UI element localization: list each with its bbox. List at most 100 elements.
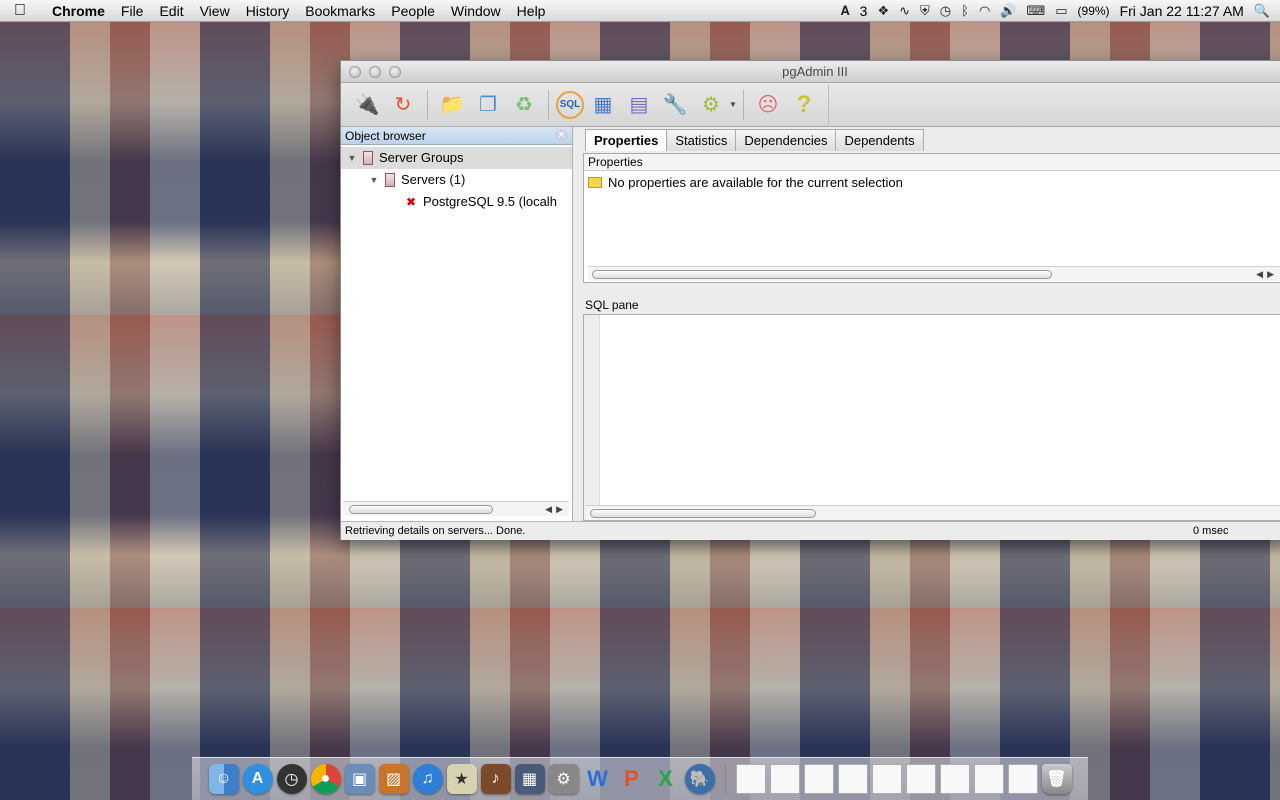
help-icon[interactable]: ? — [787, 89, 821, 121]
properties-column-header[interactable]: Properties — [584, 154, 1280, 171]
plugins-icon[interactable]: ⚙ — [694, 89, 728, 121]
tab-dependents[interactable]: Dependents — [835, 129, 924, 151]
clock[interactable]: Fri Jan 22 11:27 AM — [1120, 3, 1244, 19]
activity-icon[interactable]: ∿ — [899, 3, 910, 19]
menu-bookmarks[interactable]: Bookmarks — [297, 3, 383, 19]
photos-icon[interactable]: ▨ — [378, 764, 409, 794]
trash-icon[interactable]: 🗑 — [1041, 764, 1072, 794]
document-icon[interactable] — [905, 764, 936, 794]
tree-item-postgresql-server[interactable]: ✖ PostgreSQL 9.5 (localh — [341, 191, 572, 213]
scroll-arrows-icon[interactable]: ◀▶ — [545, 502, 567, 517]
plugins-dropdown-icon[interactable]: ▼ — [729, 100, 737, 109]
chrome-icon[interactable]: ● — [310, 764, 341, 794]
battery-icon[interactable]: ▭ — [1055, 3, 1067, 19]
sql-pane-header: SQL pane — [583, 297, 1280, 314]
properties-message-row[interactable]: No properties are available for the curr… — [584, 171, 1280, 190]
itunes-icon[interactable]: ♫ — [412, 764, 443, 794]
document-icon[interactable] — [871, 764, 902, 794]
tree-label-server-groups: Server Groups — [379, 150, 464, 165]
word-icon[interactable]: W — [583, 764, 613, 794]
zoom-window-button[interactable] — [389, 66, 401, 78]
document-icon[interactable] — [837, 764, 868, 794]
properties-icon[interactable]: 📁 — [435, 89, 469, 121]
close-icon[interactable]: ✕ — [555, 129, 568, 142]
app-store-icon[interactable]: A — [242, 764, 273, 794]
dock-separator — [724, 764, 726, 794]
powerpoint-icon[interactable]: P — [617, 764, 647, 794]
input-menu-icon[interactable]: ⌨ — [1026, 3, 1045, 19]
collapse-triangle-icon[interactable]: ▼ — [345, 147, 359, 169]
tree-item-servers[interactable]: ▼ Servers (1) — [341, 169, 572, 191]
filtered-data-icon[interactable]: ▤ — [622, 89, 656, 121]
object-browser: Object browser ✕ ▼ Server Groups ▼ Serve… — [341, 127, 573, 521]
sql-pane[interactable] — [583, 314, 1280, 521]
wifi-icon[interactable]: ◠ — [979, 3, 990, 19]
sql-icon[interactable]: SQL — [556, 90, 584, 119]
menu-edit[interactable]: Edit — [151, 3, 191, 19]
tree-item-server-groups[interactable]: ▼ Server Groups — [341, 147, 572, 169]
menu-help[interactable]: Help — [509, 3, 554, 19]
menu-file[interactable]: File — [113, 3, 152, 19]
collapse-triangle-icon[interactable]: ▼ — [367, 169, 381, 191]
document-icon[interactable] — [973, 764, 1004, 794]
adobe-icon[interactable]: 𝐀 — [841, 3, 850, 19]
maintenance-icon[interactable]: 🔧 — [658, 89, 692, 121]
object-browser-hscrollbar[interactable]: ◀▶ — [343, 501, 569, 516]
preview-icon[interactable]: ▣ — [344, 764, 375, 794]
document-icon[interactable] — [769, 764, 800, 794]
volume-icon[interactable]: 🔊 — [1000, 3, 1016, 19]
time-machine-icon[interactable]: ◷ — [940, 3, 951, 19]
pgadmin-icon[interactable]: 🐘 — [684, 764, 715, 794]
sql-line-gutter — [584, 315, 600, 520]
properties-hscrollbar[interactable]: ◀▶ — [588, 266, 1280, 281]
document-icon[interactable] — [1007, 764, 1038, 794]
menu-window[interactable]: Window — [443, 3, 509, 19]
document-icon[interactable] — [735, 764, 766, 794]
xcode-icon[interactable]: ★ — [446, 764, 477, 794]
tab-dependencies[interactable]: Dependencies — [735, 129, 837, 151]
menu-app-name[interactable]: Chrome — [40, 3, 113, 19]
scroll-thumb[interactable] — [592, 270, 1052, 279]
launchpad-icon[interactable]: ▦ — [514, 764, 545, 794]
server-group-icon — [363, 151, 373, 165]
scroll-thumb[interactable] — [590, 509, 816, 518]
servers-icon — [385, 173, 395, 187]
drop-object-icon[interactable]: ♻ — [507, 89, 541, 121]
scroll-thumb[interactable] — [349, 505, 493, 514]
hint-icon[interactable]: ☹ — [751, 89, 785, 121]
properties-message: No properties are available for the curr… — [608, 175, 903, 190]
minimize-window-button[interactable] — [369, 66, 381, 78]
scroll-arrows-icon[interactable]: ◀▶ — [1256, 267, 1278, 282]
menu-people[interactable]: People — [383, 3, 443, 19]
toolbar: 🔌 ↻ 📁 ❐ ♻ SQL ▦ ▤ 🔧 ⚙ ▼ ☹ ? — [341, 83, 1280, 127]
menu-history[interactable]: History — [238, 3, 298, 19]
bluetooth-icon[interactable]: ᛒ — [961, 3, 969, 18]
view-data-icon[interactable]: ▦ — [586, 89, 620, 121]
sql-hscrollbar[interactable] — [586, 505, 1280, 520]
refresh-icon[interactable]: ↻ — [386, 89, 420, 121]
connect-icon[interactable]: 🔌 — [350, 89, 384, 121]
document-icon[interactable] — [939, 764, 970, 794]
dashboard-icon[interactable]: ◷ — [276, 764, 307, 794]
system-prefs-icon[interactable]: ⚙ — [548, 764, 579, 794]
shield-icon[interactable]: ⛨ — [920, 3, 930, 19]
info-message-icon — [588, 177, 602, 188]
apple-menu-icon[interactable]:  — [0, 2, 40, 20]
document-icon[interactable] — [803, 764, 834, 794]
dropbox-icon[interactable]: ❖ — [877, 3, 889, 19]
garageband-icon[interactable]: ♪ — [480, 764, 511, 794]
detail-tabs: Properties Statistics Dependencies Depen… — [585, 129, 924, 151]
toolbar-separator — [742, 89, 744, 120]
battery-percent: (99%) — [1077, 3, 1110, 18]
title-bar[interactable]: pgAdmin III — [341, 61, 1280, 83]
create-object-icon[interactable]: ❐ — [471, 89, 505, 121]
tab-properties[interactable]: Properties — [585, 129, 668, 151]
finder-icon[interactable]: ☺ — [208, 764, 239, 794]
tab-statistics[interactable]: Statistics — [666, 129, 737, 151]
status-time: 0 msec — [1193, 525, 1229, 537]
toolbar-separator — [548, 89, 549, 120]
close-window-button[interactable] — [349, 66, 361, 78]
spotlight-icon[interactable]: 🔍 — [1254, 3, 1270, 19]
menu-view[interactable]: View — [192, 3, 238, 19]
excel-icon[interactable]: X — [651, 764, 681, 794]
